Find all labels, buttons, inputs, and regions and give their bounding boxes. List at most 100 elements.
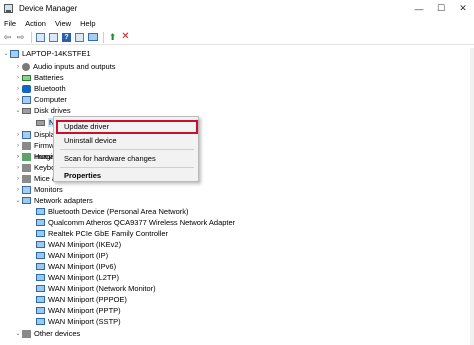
chevron-down-icon[interactable]: ⌄: [14, 107, 22, 114]
back-arrow-icon[interactable]: ⇦: [2, 32, 13, 43]
network-adapter-icon: [36, 219, 45, 226]
tree-node-label: WAN Miniport (IP): [48, 251, 109, 260]
tree-node-label: Network adapters: [34, 196, 93, 205]
forward-arrow-icon[interactable]: ⇨: [15, 32, 26, 43]
tree-node-network-device[interactable]: WAN Miniport (Network Monitor): [36, 283, 156, 294]
chevron-right-icon[interactable]: ›: [14, 86, 22, 92]
menu-separator: [60, 167, 194, 168]
tree-node-label: WAN Miniport (IPv6): [48, 262, 117, 271]
keyboard-icon: [22, 163, 31, 172]
network-adapter-icon: [36, 307, 45, 314]
network-adapter-icon: [36, 263, 45, 270]
network-adapter-icon: [36, 230, 45, 237]
properties-menu-item[interactable]: Properties: [64, 171, 101, 180]
tree-node-computer[interactable]: › Computer: [14, 94, 67, 105]
menu-action[interactable]: Action: [25, 19, 46, 28]
view-icon[interactable]: [74, 32, 85, 43]
chevron-right-icon[interactable]: ›: [14, 176, 22, 182]
computer-icon: [22, 95, 31, 104]
device-manager-icon: [4, 4, 13, 13]
chevron-down-icon[interactable]: ⌄: [14, 330, 22, 337]
tree-node-mice[interactable]: › Mice a: [14, 173, 56, 184]
camera-icon: [22, 152, 31, 161]
maximize-icon[interactable]: ☐: [430, 0, 452, 17]
tree-node-network-device[interactable]: WAN Miniport (L2TP): [36, 272, 119, 283]
tree-node-network-device[interactable]: Bluetooth Device (Personal Area Network): [36, 206, 188, 217]
show-hide-tree-icon[interactable]: [35, 32, 46, 43]
tree-node-label: WAN Miniport (L2TP): [48, 273, 119, 282]
tree-node-monitors[interactable]: › Monitors: [14, 184, 63, 195]
chevron-right-icon[interactable]: ›: [14, 97, 22, 103]
unknown-device-icon: [22, 329, 31, 338]
close-icon[interactable]: ✕: [452, 0, 474, 17]
chevron-right-icon[interactable]: ›: [14, 143, 22, 149]
title-bar: Device Manager — ☐ ✕: [0, 0, 474, 17]
network-adapter-icon: [36, 274, 45, 281]
network-adapter-icon: [36, 296, 45, 303]
window-controls: — ☐ ✕: [408, 0, 474, 17]
monitor-icon: [22, 185, 31, 194]
chevron-right-icon[interactable]: ›: [14, 187, 22, 193]
tree-node-network-device[interactable]: WAN Miniport (IKEv2): [36, 239, 121, 250]
tree-node-network-device[interactable]: Qualcomm Atheros QCA9377 Wireless Networ…: [36, 217, 235, 228]
tree-node-network-device[interactable]: WAN Miniport (SSTP): [36, 316, 121, 327]
chevron-right-icon[interactable]: ›: [14, 165, 22, 171]
tree-node-bluetooth[interactable]: › Bluetooth: [14, 83, 66, 94]
update-driver-menu-item[interactable]: Update driver: [64, 122, 109, 131]
tree-node-label: WAN Miniport (Network Monitor): [48, 284, 156, 293]
network-adapter-icon: [22, 197, 31, 204]
tree-node-other-devices[interactable]: ⌄ Other devices: [14, 328, 80, 339]
network-adapter-icon: [36, 252, 45, 259]
update-driver-icon[interactable]: ⬆: [107, 32, 118, 43]
firmware-icon: [22, 141, 31, 150]
help-icon[interactable]: ?: [61, 32, 72, 43]
toolbar: ⇦ ⇨ ? ⬆ ✕: [0, 30, 474, 45]
chevron-right-icon[interactable]: ›: [14, 132, 22, 138]
chevron-down-icon[interactable]: ⌄: [14, 197, 22, 204]
tree-node-network-adapters[interactable]: ⌄ Network adapters: [14, 195, 93, 206]
tree-node-keyboards[interactable]: › Keybo: [14, 162, 55, 173]
tree-node-label: Other devices: [34, 329, 81, 338]
device-tree: ⌄ LAPTOP-14KSTFE1 › Audio inputs and out…: [0, 48, 474, 345]
tree-root[interactable]: ⌄ LAPTOP-14KSTFE1: [2, 48, 91, 59]
tree-node-label: Firmw: [34, 141, 55, 150]
tree-node-label: Computer: [34, 95, 67, 104]
scan-hardware-icon[interactable]: [87, 32, 98, 43]
tree-node-imaging[interactable]: › Imagin: [14, 151, 57, 162]
menu-file[interactable]: File: [4, 19, 16, 28]
tree-node-audio[interactable]: › Audio inputs and outputs: [14, 61, 116, 72]
tree-node-network-device[interactable]: WAN Miniport (IP): [36, 250, 108, 261]
chevron-down-icon[interactable]: ⌄: [2, 50, 10, 57]
tree-node-network-device[interactable]: WAN Miniport (PPPOE): [36, 294, 127, 305]
tree-node-firmware[interactable]: › Firmw: [14, 140, 54, 151]
uninstall-device-menu-item[interactable]: Uninstall device: [64, 136, 117, 145]
tree-node-network-device[interactable]: WAN Miniport (IPv6): [36, 261, 116, 272]
vertical-scrollbar[interactable]: [470, 48, 474, 345]
chevron-right-icon[interactable]: ›: [14, 75, 22, 81]
tree-root-label: LAPTOP-14KSTFE1: [22, 49, 91, 58]
tree-node-label: Monitors: [34, 185, 63, 194]
tree-node-label: WAN Miniport (IKEv2): [48, 240, 122, 249]
properties-icon[interactable]: [48, 32, 59, 43]
tree-node-network-device[interactable]: Realtek PCIe GbE Family Controller: [36, 228, 168, 239]
tree-node-label: Realtek PCIe GbE Family Controller: [48, 229, 169, 238]
disk-drive-icon: [22, 107, 31, 114]
chevron-right-icon[interactable]: ›: [14, 154, 22, 160]
tree-node-label: Bluetooth: [34, 84, 66, 93]
chevron-right-icon[interactable]: ›: [14, 64, 22, 70]
tree-node-label: Batteries: [34, 73, 64, 82]
menu-view[interactable]: View: [55, 19, 71, 28]
tree-node-label: Qualcomm Atheros QCA9377 Wireless Networ…: [48, 218, 236, 227]
network-adapter-icon: [36, 241, 45, 248]
tree-node-label: Disk drives: [34, 106, 71, 115]
menu-help[interactable]: Help: [80, 19, 95, 28]
minimize-icon[interactable]: —: [408, 0, 430, 17]
scan-hardware-menu-item[interactable]: Scan for hardware changes: [64, 154, 156, 163]
disk-drive-icon: [36, 119, 45, 126]
tree-node-disk-drives[interactable]: ⌄ Disk drives: [14, 105, 71, 116]
tree-node-network-device[interactable]: WAN Miniport (PPTP): [36, 305, 121, 316]
menu-bar: File Action View Help: [0, 17, 474, 30]
uninstall-icon[interactable]: ✕: [120, 32, 131, 43]
tree-node-batteries[interactable]: › Batteries: [14, 72, 64, 83]
tree-node-label: WAN Miniport (PPTP): [48, 306, 121, 315]
